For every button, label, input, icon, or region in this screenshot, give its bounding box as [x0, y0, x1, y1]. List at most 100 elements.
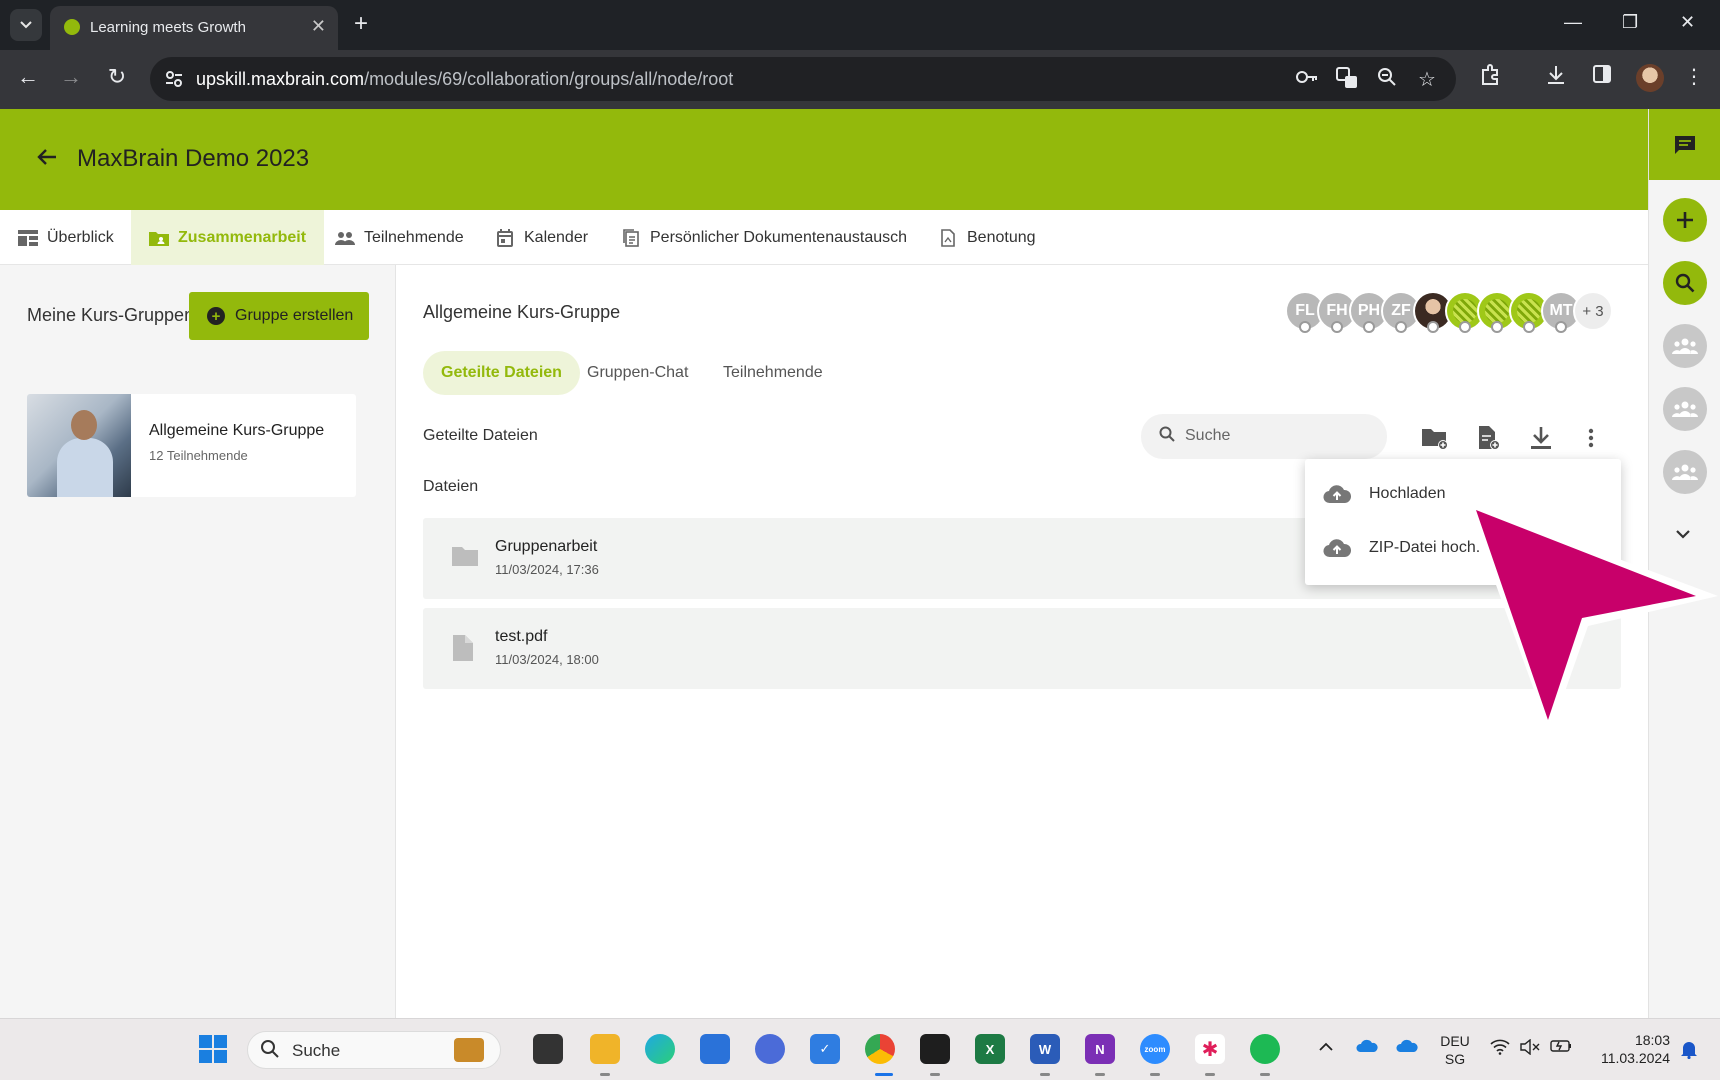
file-explorer-icon[interactable] — [590, 1034, 620, 1064]
tab-group-participants[interactable]: Teilnehmende — [705, 351, 841, 395]
spotify-icon[interactable] — [1250, 1034, 1280, 1064]
chat-button[interactable] — [1649, 109, 1720, 180]
groups-icon — [1672, 401, 1698, 417]
translate-icon[interactable] — [1334, 67, 1360, 94]
running-indicator — [1260, 1073, 1270, 1076]
reload-icon[interactable]: ↻ — [102, 64, 132, 90]
create-group-button[interactable]: + Gruppe erstellen — [189, 292, 369, 340]
clock[interactable]: 18:03 11.03.2024 — [1590, 1031, 1670, 1067]
windows-start-icon[interactable] — [198, 1034, 228, 1064]
group-button[interactable] — [1663, 450, 1707, 494]
file-icon — [451, 634, 479, 662]
new-tab-button[interactable]: + — [354, 10, 368, 38]
chevron-down-icon — [20, 21, 32, 29]
browser-tab-title: Learning meets Growth — [90, 19, 246, 36]
group-button[interactable] — [1663, 324, 1707, 368]
more-members-badge[interactable]: + 3 — [1573, 291, 1613, 331]
speaker-muted-icon[interactable] — [1520, 1038, 1540, 1060]
groups-heading: Meine Kurs-Gruppen — [27, 305, 195, 325]
menu-item-label: Hochladen — [1369, 485, 1446, 502]
more-vertical-icon — [1588, 428, 1594, 448]
extensions-icon[interactable] — [1476, 64, 1504, 92]
zoom-icon[interactable] — [1374, 67, 1400, 92]
site-settings-icon[interactable] — [164, 69, 184, 89]
create-folder-icon — [1422, 429, 1448, 450]
more-actions-button[interactable] — [1573, 420, 1609, 456]
edge-icon[interactable] — [645, 1034, 675, 1064]
notification-bell-icon[interactable] — [1680, 1039, 1698, 1064]
onedrive-icon[interactable] — [1356, 1039, 1378, 1058]
tab-shared-files[interactable]: Geteilte Dateien — [423, 351, 580, 395]
back-arrow-icon[interactable] — [36, 143, 58, 174]
tab-label: Persönlicher Dokumentenaustausch — [650, 228, 908, 246]
grading-icon — [938, 228, 958, 247]
download-icon[interactable] — [1542, 64, 1570, 92]
course-title: MaxBrain Demo 2023 — [77, 145, 310, 172]
search-input[interactable] — [1185, 424, 1375, 448]
add-circle-icon: + — [207, 307, 225, 325]
search-icon — [260, 1039, 280, 1064]
tab-overview[interactable]: Überblick — [0, 210, 132, 265]
slack-icon[interactable]: ✱ — [1195, 1034, 1225, 1064]
tab-personal-documents[interactable]: Persönlicher Dokumentenaustausch — [603, 210, 925, 265]
profile-avatar[interactable] — [1636, 64, 1664, 92]
forward-arrow-icon[interactable]: → — [56, 64, 86, 90]
search-button[interactable] — [1663, 261, 1707, 305]
battery-icon[interactable] — [1550, 1039, 1572, 1058]
excel-icon[interactable]: X — [975, 1034, 1005, 1064]
onedrive-icon[interactable] — [1396, 1039, 1418, 1058]
tab-label: Kalender — [524, 228, 589, 246]
breadcrumb[interactable]: Geteilte Dateien — [423, 427, 538, 445]
bookmark-star-icon[interactable]: ☆ — [1414, 67, 1440, 92]
side-panel-icon[interactable] — [1588, 64, 1616, 90]
close-window-button[interactable]: ✕ — [1680, 12, 1695, 33]
taskbar-search-label: Suche — [292, 1041, 341, 1060]
add-button[interactable] — [1663, 198, 1707, 242]
task-view-icon[interactable] — [533, 1034, 563, 1064]
tab-label: Benotung — [967, 228, 1036, 246]
group-title: Allgemeine Kurs-Gruppe — [423, 302, 621, 322]
cloud-upload-icon — [1323, 538, 1352, 560]
tab-label: Zusammenarbeit — [178, 228, 307, 246]
onenote-icon[interactable]: N — [1085, 1034, 1115, 1064]
chevron-up-icon[interactable] — [1318, 1039, 1334, 1057]
chat-icon — [1675, 135, 1695, 154]
password-key-icon[interactable] — [1294, 67, 1320, 92]
restore-button[interactable]: ❐ — [1622, 12, 1638, 33]
browser-tab[interactable]: Learning meets Growth ✕ — [50, 6, 338, 50]
new-file-button[interactable] — [1471, 420, 1507, 456]
more-menu-icon[interactable]: ⋮ — [1680, 64, 1708, 89]
minimize-button[interactable]: — — [1564, 12, 1582, 33]
cloud-upload-icon — [1323, 484, 1352, 506]
tab-group-chat[interactable]: Gruppen-Chat — [569, 351, 706, 395]
groups-icon — [1672, 464, 1698, 480]
word-icon[interactable]: W — [1030, 1034, 1060, 1064]
group-card[interactable]: Allgemeine Kurs-Gruppe 12 Teilnehmende — [27, 394, 356, 497]
address-bar[interactable]: upskill.maxbrain.com/modules/69/collabor… — [150, 57, 1456, 101]
list-item[interactable]: test.pdf 11/03/2024, 18:00 — [423, 608, 1621, 689]
zoom-icon[interactable]: zoom — [1140, 1034, 1170, 1064]
wifi-icon[interactable] — [1490, 1039, 1510, 1060]
app-icon[interactable] — [755, 1034, 785, 1064]
group-button[interactable] — [1663, 387, 1707, 431]
groups-icon — [1672, 338, 1698, 354]
app-header: MaxBrain Demo 2023 — [0, 109, 1648, 210]
running-indicator — [1205, 1073, 1215, 1076]
download-button[interactable] — [1523, 420, 1559, 456]
new-folder-button[interactable] — [1417, 420, 1453, 456]
todo-icon[interactable]: ✓ — [810, 1034, 840, 1064]
back-arrow-icon[interactable]: ← — [13, 64, 43, 90]
chrome-icon[interactable] — [865, 1034, 895, 1064]
tab-search-button[interactable] — [10, 9, 42, 41]
input-language[interactable]: DEU SG — [1440, 1032, 1470, 1068]
tab-collaboration[interactable]: Zusammenarbeit — [131, 210, 325, 265]
tab-grading[interactable]: Benotung — [920, 210, 1054, 265]
tab-participants[interactable]: Teilnehmende — [317, 210, 482, 265]
figma-icon[interactable] — [920, 1034, 950, 1064]
briefcase-icon — [454, 1038, 484, 1062]
close-tab-icon[interactable]: ✕ — [311, 16, 326, 37]
file-search[interactable] — [1141, 414, 1387, 459]
taskbar-search[interactable]: Suche — [247, 1031, 501, 1069]
store-icon[interactable] — [700, 1034, 730, 1064]
tab-calendar[interactable]: Kalender — [477, 210, 606, 265]
